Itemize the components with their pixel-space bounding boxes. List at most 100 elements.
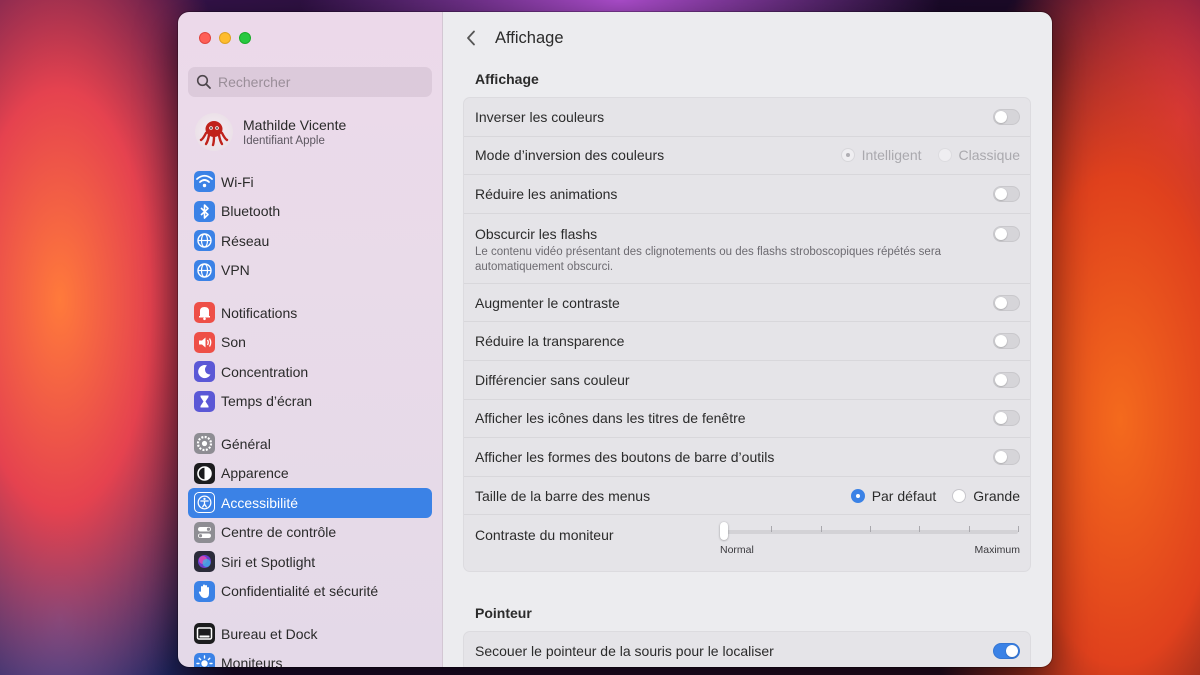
sidebar-item-label: Bluetooth: [221, 203, 281, 220]
toggle-switch[interactable]: [993, 371, 1020, 388]
toggle-switch[interactable]: [993, 643, 1020, 660]
toggle-switch[interactable]: [993, 294, 1020, 311]
contrast-slider[interactable]: Normal Maximum: [720, 515, 1020, 557]
setting-text: Inverser les couleurs: [475, 109, 604, 125]
speaker-icon: [194, 331, 215, 353]
sidebar-item-moniteurs[interactable]: Moniteurs: [188, 649, 432, 667]
search-icon: [196, 74, 211, 89]
setting-text: Différencier sans couleur: [475, 372, 630, 388]
page-title: Affichage: [495, 28, 564, 47]
bell-icon: [194, 302, 215, 324]
setting-label: Réduire la transparence: [475, 333, 625, 350]
setting-text: Secouer le pointeur de la souris pour le…: [475, 643, 774, 659]
hourglass-icon: [194, 390, 215, 412]
sidebar-item-bluetooth[interactable]: Bluetooth: [188, 197, 432, 227]
setting-row-reduire-la-transparence: Réduire la transparence: [464, 322, 1030, 361]
accessibility-icon: [194, 492, 215, 514]
radio-button[interactable]: [850, 488, 865, 503]
setting-label: Afficher les formes des boutons de barre…: [475, 448, 775, 465]
setting-row-augmenter-le-contraste: Augmenter le contraste: [464, 284, 1030, 323]
radio-option-par-defaut[interactable]: Par défaut: [850, 487, 937, 504]
sidebar-item-wi-fi[interactable]: Wi-Fi: [188, 167, 432, 197]
octopus-avatar-icon: [199, 121, 229, 147]
sidebar-item-label: Général: [221, 435, 271, 452]
radio-button[interactable]: [952, 488, 967, 503]
sidebar-item-centre-de-controle[interactable]: Centre de contrôle: [188, 518, 432, 548]
toolbar: Affichage: [443, 12, 1052, 64]
apple-id-profile[interactable]: Mathilde Vicente Identifiant Apple: [195, 113, 346, 151]
sun-icon: [194, 652, 215, 667]
radio-label: Intelligent: [861, 147, 922, 164]
sidebar-item-accessibilite[interactable]: Accessibilité: [188, 488, 432, 518]
settings-window: Mathilde Vicente Identifiant Apple Wi-Fi…: [178, 12, 1052, 667]
avatar: [195, 113, 233, 151]
sidebar-item-general[interactable]: Général: [188, 429, 432, 459]
setting-label: Contraste du moniteur: [475, 527, 614, 544]
toggle-switch[interactable]: [993, 448, 1020, 465]
close-window-button[interactable]: [199, 32, 211, 44]
sidebar-item-temps-d-ecran[interactable]: Temps d’écran: [188, 387, 432, 417]
sidebar-item-label: Moniteurs: [221, 655, 283, 667]
toggle-switch[interactable]: [993, 333, 1020, 350]
setting-text: Afficher les icônes dans les titres de f…: [475, 410, 746, 426]
setting-row-afficher-les-icones-dans-les-titres-de-fenetre: Afficher les icônes dans les titres de f…: [464, 400, 1030, 439]
radio-button: [937, 148, 952, 163]
wifi-icon: [194, 171, 215, 193]
slider-tick: [870, 526, 871, 533]
toggle-switch[interactable]: [993, 108, 1020, 125]
search-input[interactable]: [218, 74, 418, 90]
sidebar-item-apparence[interactable]: Apparence: [188, 459, 432, 489]
sidebar-item-label: Son: [221, 334, 246, 351]
setting-text: Mode d’inversion des couleurs: [475, 147, 664, 163]
setting-text: Augmenter le contraste: [475, 295, 620, 311]
sidebar-item-concentration[interactable]: Concentration: [188, 357, 432, 387]
toggle-switch[interactable]: [993, 225, 1020, 242]
toggles-icon: [194, 521, 215, 543]
sidebar-item-label: Concentration: [221, 363, 309, 380]
minimize-window-button[interactable]: [219, 32, 231, 44]
sidebar-item-label: Notifications: [221, 304, 298, 321]
setting-row-secouer-le-pointeur-de-la-souris-pour-le-localiser: Secouer le pointeur de la souris pour le…: [464, 632, 1030, 667]
radio-option-grande[interactable]: Grande: [952, 488, 1020, 504]
setting-row-obscurcir-les-flashs: Obscurcir les flashs Le contenu vidéo pré…: [464, 214, 1030, 284]
sidebar-item-siri-et-spotlight[interactable]: Siri et Spotlight: [188, 547, 432, 577]
setting-row-reduire-les-animations: Réduire les animations: [464, 175, 1030, 214]
hand-icon: [194, 580, 215, 602]
slider-tick: [771, 526, 773, 533]
setting-label: Réduire les animations: [475, 185, 618, 202]
dock-icon: [194, 623, 215, 645]
sidebar-item-reseau[interactable]: Réseau: [188, 226, 432, 256]
slider-tick: [968, 526, 970, 533]
radio-label: Par défaut: [871, 487, 937, 504]
main-content: Affichage Affichage Inverser les couleur…: [443, 12, 1052, 667]
sidebar-item-vpn[interactable]: VPN: [188, 256, 432, 286]
back-button[interactable]: [462, 27, 480, 49]
setting-text: Réduire les animations: [475, 186, 617, 202]
sidebar-group: Wi-Fi Bluetooth Réseau VPN: [188, 167, 432, 285]
toggle-switch[interactable]: [993, 410, 1020, 427]
slider-min-label: Normal: [720, 544, 754, 557]
setting-text: Contraste du moniteur: [475, 515, 614, 543]
sidebar-group: Bureau et Dock Moniteurs: [188, 619, 432, 667]
maximize-window-button[interactable]: [239, 32, 251, 44]
sidebar-item-label: Temps d’écran: [221, 393, 313, 410]
siri-icon: [194, 551, 215, 573]
slider-knob[interactable]: [720, 522, 728, 541]
radio-option-intelligent: Intelligent: [840, 147, 922, 164]
sidebar-nav: Wi-Fi Bluetooth Réseau VPN Notifications Son C…: [188, 167, 432, 667]
pointer-settings-group: Secouer le pointeur de la souris pour le…: [463, 631, 1031, 667]
appearance-icon: [194, 462, 215, 484]
toggle-switch[interactable]: [993, 185, 1020, 202]
sidebar-item-son[interactable]: Son: [188, 328, 432, 358]
sidebar-item-label: Réseau: [221, 232, 270, 249]
gear-icon: [194, 433, 215, 455]
search-field[interactable]: [188, 67, 432, 97]
sidebar-item-bureau-et-dock[interactable]: Bureau et Dock: [188, 619, 432, 649]
sidebar-item-confidentialite-et-securite[interactable]: Confidentialité et sécurité: [188, 577, 432, 607]
sidebar-item-notifications[interactable]: Notifications: [188, 298, 432, 328]
radio-button: [840, 148, 855, 163]
slider-tick: [1018, 526, 1019, 533]
setting-text: Afficher les formes des boutons de barre…: [475, 449, 774, 465]
setting-row-afficher-les-formes-des-boutons-de-barre-d-outils: Afficher les formes des boutons de barre…: [464, 438, 1030, 477]
radio-group: Intelligent Classique: [840, 147, 1020, 164]
